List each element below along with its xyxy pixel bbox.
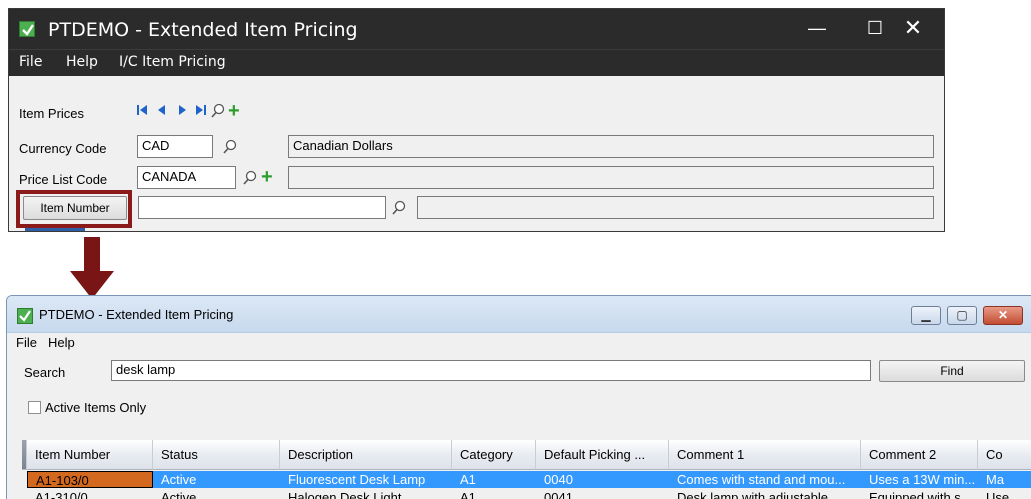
- finder-app-check-icon: [17, 308, 33, 324]
- close-button[interactable]: ✕: [885, 9, 941, 49]
- column-header-status[interactable]: Status: [153, 440, 280, 470]
- currency-finder-icon[interactable]: [222, 139, 238, 155]
- cell-category[interactable]: A1: [452, 489, 536, 499]
- finder-menu-file[interactable]: File: [16, 335, 37, 350]
- item-description-field: [417, 196, 934, 219]
- finder-minimize-button[interactable]: ▁: [911, 306, 941, 325]
- app-check-icon: [19, 21, 35, 37]
- item-prices-add-icon[interactable]: +: [228, 101, 240, 121]
- top-title-bar: PTDEMO - Extended Item Pricing — ☐ ✕: [9, 9, 944, 49]
- cell-description[interactable]: Halogen Desk Light: [280, 489, 452, 499]
- down-arrow-icon: [70, 237, 114, 299]
- cell-comment-3[interactable]: Use: [978, 489, 1031, 499]
- top-window: PTDEMO - Extended Item Pricing — ☐ ✕ Fil…: [8, 8, 945, 232]
- previous-record-icon[interactable]: [155, 103, 169, 120]
- column-header-comment-2[interactable]: Comment 2: [861, 440, 978, 470]
- cell-description[interactable]: Fluorescent Desk Lamp: [280, 471, 452, 488]
- cell-comment-3[interactable]: Ma: [978, 471, 1031, 488]
- cell-status[interactable]: Active: [153, 471, 280, 488]
- item-number-finder-icon[interactable]: [391, 200, 407, 216]
- find-button[interactable]: Find: [879, 360, 1025, 382]
- last-record-icon[interactable]: [193, 103, 207, 120]
- cell-comment-2[interactable]: Equipped with s...: [861, 489, 978, 499]
- cell-item-number[interactable]: A1-103/0: [27, 471, 153, 488]
- search-input[interactable]: desk lamp: [111, 360, 871, 381]
- cell-status[interactable]: Active: [153, 489, 280, 499]
- column-header-comment-3[interactable]: Co: [978, 440, 1031, 470]
- column-header-default-picking[interactable]: Default Picking ...: [536, 440, 669, 470]
- currency-description-field: Canadian Dollars: [288, 135, 934, 158]
- column-header-item-number[interactable]: Item Number: [27, 440, 153, 470]
- active-items-only-checkbox[interactable]: [28, 401, 41, 414]
- price-list-finder-icon[interactable]: [242, 170, 258, 186]
- currency-code-label: Currency Code: [19, 141, 107, 156]
- item-prices-finder-icon[interactable]: [210, 103, 226, 119]
- price-list-add-icon[interactable]: +: [261, 167, 273, 187]
- cell-category[interactable]: A1: [452, 471, 536, 488]
- item-prices-label: Item Prices: [19, 106, 85, 121]
- top-form: Item Prices + Currency Code CAD Canadian…: [9, 76, 944, 231]
- first-record-icon[interactable]: [136, 103, 150, 120]
- price-list-code-input[interactable]: CANADA: [137, 166, 236, 189]
- active-items-only-label: Active Items Only: [45, 400, 147, 415]
- finder-window-title: PTDEMO - Extended Item Pricing: [39, 307, 234, 322]
- column-header-comment-1[interactable]: Comment 1: [669, 440, 861, 470]
- menu-file[interactable]: File: [19, 54, 42, 70]
- cell-item-number[interactable]: A1-310/0: [27, 489, 153, 499]
- cell-default-picking[interactable]: 0041: [536, 489, 669, 499]
- column-header-description[interactable]: Description: [280, 440, 452, 470]
- price-list-description-field: [288, 166, 934, 189]
- finder-close-button[interactable]: ✕: [983, 306, 1023, 325]
- item-number-input[interactable]: [138, 196, 386, 219]
- column-header-category[interactable]: Category: [452, 440, 536, 470]
- cell-comment-1[interactable]: Comes with stand and mou...: [669, 471, 861, 488]
- top-window-title: PTDEMO - Extended Item Pricing: [48, 19, 358, 41]
- finder-menu-bar: File Help: [7, 333, 1031, 355]
- menu-help[interactable]: Help: [66, 54, 98, 70]
- cell-comment-1[interactable]: Desk lamp with adjustable ...: [669, 489, 861, 499]
- finder-title-bar: PTDEMO - Extended Item Pricing ▁ ▢ ✕: [7, 296, 1031, 333]
- cell-default-picking[interactable]: 0040: [536, 471, 669, 488]
- item-number-highlight-box: [16, 190, 132, 228]
- top-menu-bar: File Help I/C Item Pricing: [9, 49, 944, 76]
- price-list-code-label: Price List Code: [19, 172, 108, 187]
- cell-comment-2[interactable]: Uses a 13W min...: [861, 471, 978, 488]
- minimize-button[interactable]: —: [789, 9, 845, 49]
- finder-maximize-button[interactable]: ▢: [947, 306, 977, 325]
- next-record-icon[interactable]: [175, 103, 189, 120]
- search-label: Search: [24, 365, 66, 380]
- finder-window: PTDEMO - Extended Item Pricing ▁ ▢ ✕ Fil…: [6, 295, 1031, 499]
- menu-ic-item-pricing[interactable]: I/C Item Pricing: [119, 54, 226, 70]
- finder-menu-help[interactable]: Help: [48, 335, 75, 350]
- currency-code-input[interactable]: CAD: [137, 135, 213, 158]
